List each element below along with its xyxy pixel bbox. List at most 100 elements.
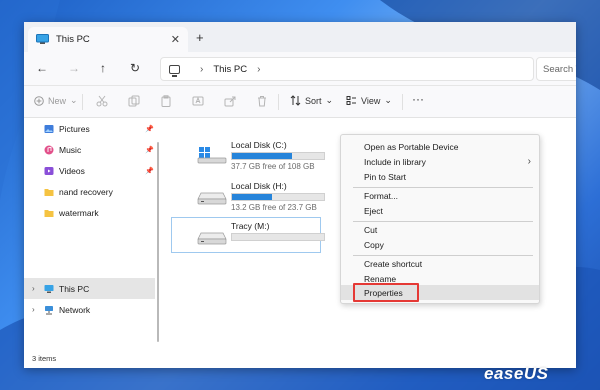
view-button[interactable]: View ⌄ (346, 95, 392, 106)
sort-label: Sort (305, 95, 322, 106)
navigation-pane: Pictures 📌 Music 📌 Videos 📌 nand recover… (24, 118, 155, 354)
drive-usage-fill (232, 153, 292, 159)
close-tab-icon[interactable]: ✕ (171, 33, 180, 46)
chevron-down-icon: ⌄ (70, 95, 78, 105)
properties-highlight-box (353, 283, 419, 302)
breadcrumb-separator[interactable]: › (200, 64, 203, 75)
breadcrumb-this-pc[interactable]: This PC (213, 64, 247, 75)
menu-item-label: Pin to Start (364, 171, 407, 182)
menu-format[interactable]: Format... (341, 188, 539, 203)
divider (402, 94, 403, 110)
view-icon (346, 96, 356, 105)
menu-include-in-library[interactable]: Include in library › (341, 154, 539, 169)
search-input[interactable]: Search T (536, 57, 576, 81)
hard-drive-icon (197, 232, 227, 245)
music-icon (44, 145, 54, 154)
chevron-down-icon: ⌄ (384, 95, 392, 105)
sidebar-item-label: Music (59, 144, 82, 155)
title-bar: This PC ✕ + (24, 22, 576, 52)
menu-item-label: Cut (364, 224, 378, 235)
rename-icon[interactable] (192, 95, 204, 107)
command-bar: New ⌄ Sort ⌄ View ⌄ ··· (24, 86, 576, 118)
back-button[interactable]: ← (36, 61, 48, 75)
network-icon (45, 305, 53, 314)
cut-icon[interactable] (96, 95, 108, 107)
this-pc-icon (36, 34, 49, 44)
refresh-button[interactable]: ↻ (130, 61, 140, 75)
hard-drive-icon (197, 192, 227, 205)
more-options-button[interactable]: ··· (412, 92, 424, 106)
sort-button[interactable]: Sort ⌄ (290, 95, 333, 106)
menu-item-label: Copy (364, 239, 384, 250)
sidebar-item-label: Pictures (59, 123, 90, 134)
computer-outline-icon (169, 64, 180, 77)
sidebar-item-pictures[interactable]: Pictures 📌 (24, 118, 155, 139)
expand-chevron-icon[interactable]: › (32, 284, 35, 293)
sidebar-item-label: Videos (59, 165, 85, 176)
folder-icon (44, 209, 54, 217)
sidebar-scrollbar[interactable] (157, 142, 159, 342)
menu-item-label: Eject (364, 205, 383, 216)
view-label: View (361, 95, 381, 106)
expand-chevron-icon[interactable]: › (32, 305, 35, 314)
sidebar-item-label: This PC (59, 283, 90, 294)
this-pc-icon (44, 284, 54, 293)
folder-icon (44, 188, 54, 196)
pictures-icon (44, 124, 54, 133)
search-placeholder: Search T (543, 63, 576, 75)
menu-item-label: Rename (364, 273, 397, 284)
breadcrumb-separator[interactable]: › (257, 64, 260, 75)
drive-usage-bar (231, 193, 325, 201)
menu-cut[interactable]: Cut (341, 222, 539, 237)
tab-this-pc[interactable]: This PC ✕ (28, 27, 188, 52)
new-plus-icon (34, 95, 44, 106)
watermark-text: easeUS (484, 364, 549, 383)
pin-icon: 📌 (145, 125, 154, 133)
sidebar-item-nand-recovery[interactable]: nand recovery (24, 181, 155, 202)
new-label: New (48, 95, 67, 106)
pin-icon: 📌 (145, 146, 154, 154)
videos-icon (44, 166, 54, 175)
menu-item-label: Create shortcut (364, 258, 423, 269)
address-field[interactable]: › This PC › (160, 57, 534, 81)
sidebar-item-network[interactable]: › Network (24, 299, 155, 320)
divider (82, 94, 83, 110)
menu-open-as-portable-device[interactable]: Open as Portable Device (341, 139, 539, 154)
share-icon[interactable] (224, 95, 236, 107)
file-explorer-window: This PC ✕ + ← → ↑ ↻ › This PC › Search T… (24, 22, 576, 368)
sidebar-item-videos[interactable]: Videos 📌 (24, 160, 155, 181)
menu-item-label: Include in library (364, 156, 426, 167)
menu-create-shortcut[interactable]: Create shortcut (341, 256, 539, 271)
copy-icon[interactable] (128, 95, 140, 107)
easeus-watermark-logo: easeUS (484, 364, 548, 384)
menu-pin-to-start[interactable]: Pin to Start (341, 169, 539, 184)
menu-copy[interactable]: Copy (341, 237, 539, 252)
windows-drive-icon (197, 147, 227, 164)
sidebar-item-label: watermark (59, 207, 99, 218)
paste-icon[interactable] (160, 95, 172, 107)
menu-item-label: Format... (364, 190, 399, 201)
sidebar-item-music[interactable]: Music 📌 (24, 139, 155, 160)
pin-icon: 📌 (145, 167, 154, 175)
menu-item-label: Open as Portable Device (364, 141, 459, 152)
sidebar-item-label: nand recovery (59, 186, 113, 197)
drive-free-space: 37.7 GB free of 108 GB (231, 162, 315, 171)
submenu-arrow-icon: › (527, 156, 531, 167)
sort-icon (290, 95, 301, 106)
chevron-down-icon: ⌄ (325, 95, 334, 105)
drive-name: Tracy (M:) (231, 221, 270, 231)
up-button[interactable]: ↑ (100, 61, 106, 75)
new-tab-button[interactable]: + (196, 30, 204, 45)
sidebar-item-watermark[interactable]: watermark (24, 202, 155, 223)
menu-eject[interactable]: Eject (341, 203, 539, 218)
drive-name: Local Disk (C:) (231, 140, 287, 150)
drive-usage-bar (231, 233, 325, 241)
tab-title: This PC (56, 34, 90, 45)
drive-name: Local Disk (H:) (231, 181, 287, 191)
address-bar: ← → ↑ ↻ › This PC › Search T (24, 52, 576, 86)
new-button[interactable]: New ⌄ (34, 95, 78, 106)
delete-icon[interactable] (256, 95, 268, 107)
sidebar-item-this-pc[interactable]: › This PC (24, 278, 155, 299)
forward-button[interactable]: → (68, 61, 80, 75)
sidebar-item-label: Network (59, 304, 91, 315)
